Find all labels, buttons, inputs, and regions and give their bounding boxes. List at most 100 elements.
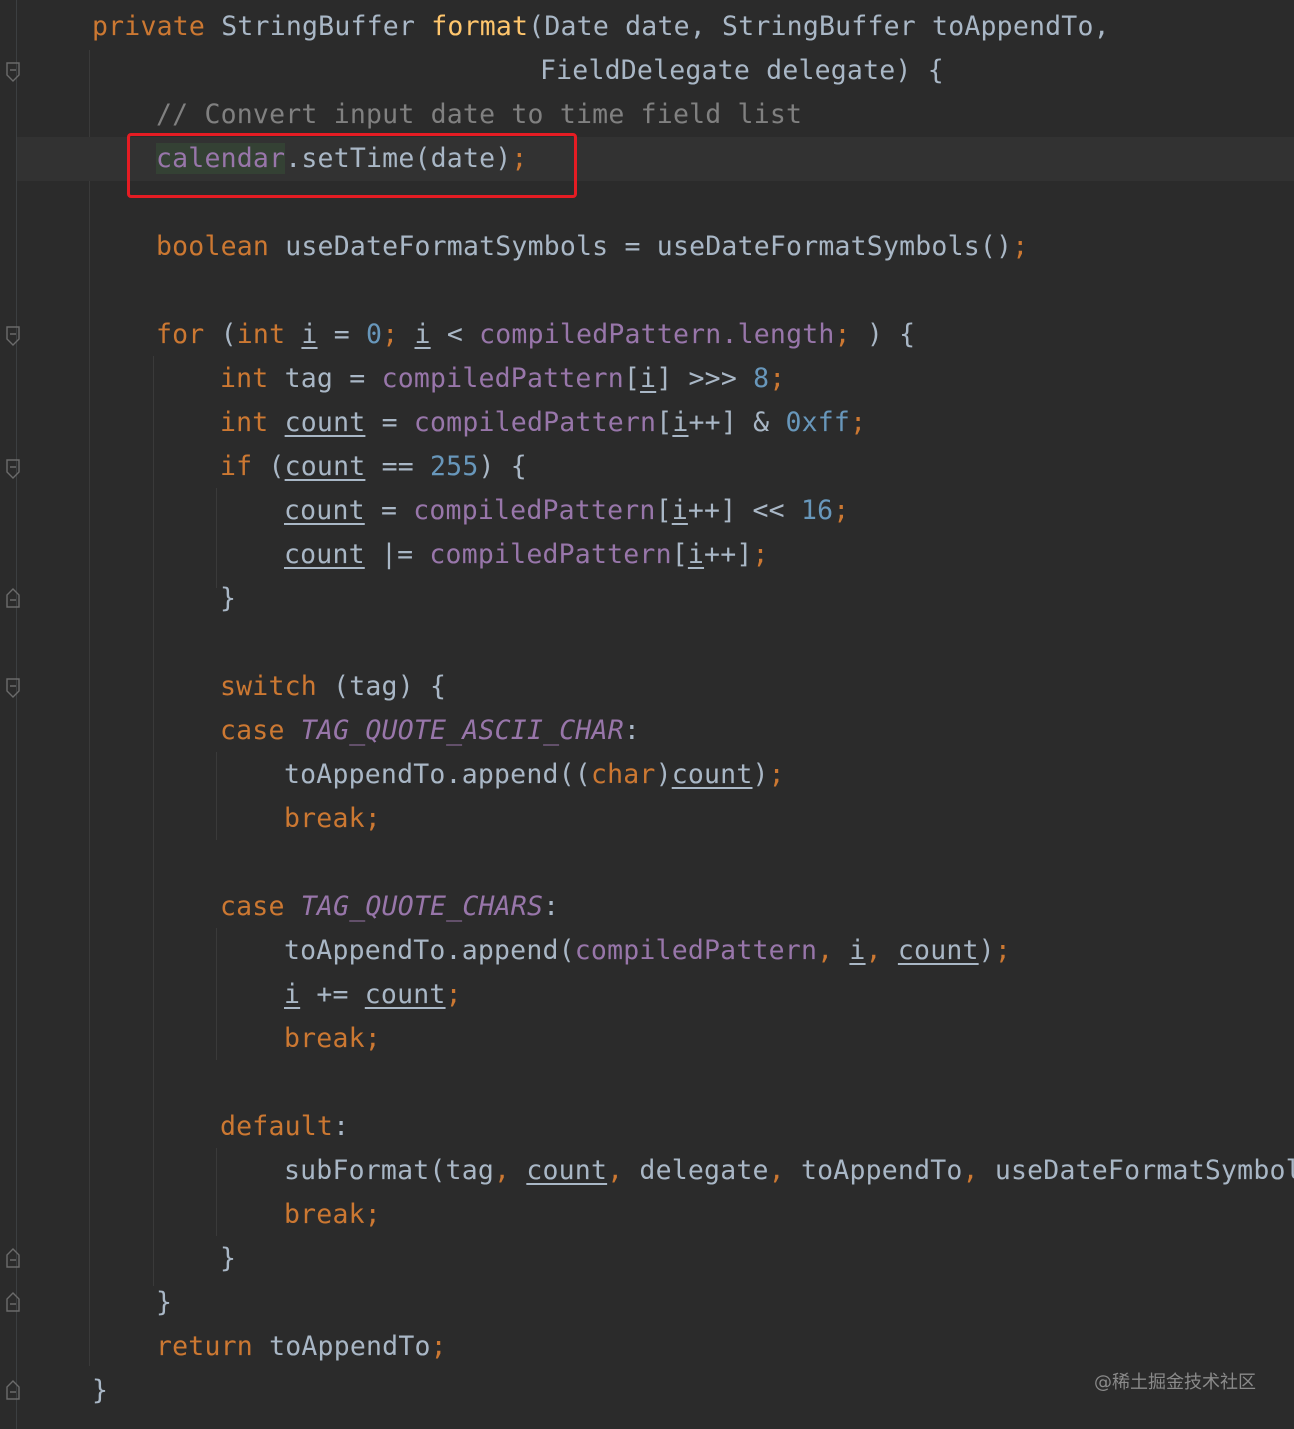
- fold-end-marker-icon[interactable]: [6, 1292, 20, 1312]
- semicolon: ;: [382, 319, 399, 350]
- code-line-20[interactable]: break;: [284, 1017, 381, 1061]
- var-ref: i: [687, 539, 705, 570]
- var-decl: tag: [284, 363, 334, 394]
- code-line-18[interactable]: toAppendTo.append(compiledPattern, i, co…: [284, 929, 1011, 973]
- code-line-9[interactable]: if (count == 255) {: [220, 445, 527, 489]
- var-decl: count: [284, 407, 366, 438]
- keyword: switch: [220, 671, 317, 702]
- call: toAppendTo.append(: [284, 935, 575, 966]
- code-line-8[interactable]: int count = compiledPattern[i++] & 0xff;: [220, 401, 866, 445]
- fold-marker-icon[interactable]: [6, 678, 20, 698]
- code-line-11[interactable]: count |= compiledPattern[i++];: [284, 533, 769, 577]
- keyword: boolean: [156, 231, 270, 262]
- operator: =: [381, 407, 398, 438]
- var-ref: i: [849, 935, 866, 966]
- editor-gutter: [0, 0, 17, 1429]
- paren: ) {: [866, 319, 916, 350]
- semicolon: ;: [752, 539, 769, 570]
- code-line-27[interactable]: }: [92, 1369, 108, 1413]
- paren: (: [220, 319, 237, 350]
- paren: ): [752, 759, 769, 790]
- operator: ==: [381, 451, 414, 482]
- code-line-26[interactable]: return toAppendTo;: [156, 1325, 447, 1369]
- field-ref: compiledPattern: [413, 407, 657, 438]
- keyword: case: [220, 891, 285, 922]
- keyword: case: [220, 715, 285, 746]
- brace: }: [220, 583, 237, 614]
- method-name: format: [431, 11, 529, 42]
- code-editor[interactable]: private StringBuffer format(Date date, S…: [0, 0, 1294, 1429]
- code-line-5[interactable]: boolean useDateFormatSymbols = useDateFo…: [156, 225, 1028, 269]
- operator: =: [349, 363, 366, 394]
- operator: =: [333, 319, 350, 350]
- code-line-21[interactable]: default:: [220, 1105, 349, 1149]
- param-ref: toAppendTo: [800, 1155, 963, 1186]
- code-line-14[interactable]: case TAG_QUOTE_ASCII_CHAR:: [220, 709, 640, 753]
- keyword: char: [590, 759, 656, 790]
- fold-marker-icon[interactable]: [6, 459, 20, 479]
- code-line-15[interactable]: toAppendTo.append((char)count);: [284, 753, 785, 797]
- keyword: if: [220, 451, 253, 482]
- keyword: int: [236, 319, 286, 350]
- comma: ,: [494, 1155, 511, 1186]
- keyword: int: [220, 407, 269, 438]
- var-ref: count: [284, 451, 366, 482]
- field-ref: compiledPattern: [479, 319, 722, 350]
- code-line-17[interactable]: case TAG_QUOTE_CHARS:: [220, 885, 559, 929]
- code-line-24[interactable]: }: [220, 1237, 236, 1281]
- param-ref: delegate: [639, 1155, 769, 1186]
- comma: ,: [607, 1155, 624, 1186]
- comment: // Convert input date to time field list: [156, 99, 803, 130]
- code-line-3[interactable]: // Convert input date to time field list: [156, 93, 802, 137]
- keyword: default: [220, 1111, 334, 1142]
- operator: >>>: [688, 363, 737, 394]
- field-ref: compiledPattern: [429, 539, 672, 570]
- keyword: int: [220, 363, 269, 394]
- statement: (tag) {: [333, 671, 447, 702]
- code-line-13[interactable]: switch (tag) {: [220, 665, 446, 709]
- code-line-22[interactable]: subFormat(tag, count, delegate, toAppend…: [284, 1149, 1294, 1193]
- code-line-19[interactable]: i += count;: [284, 973, 462, 1017]
- code-line-1[interactable]: private StringBuffer format(Date date, S…: [92, 5, 1110, 49]
- semicolon: ;: [834, 319, 851, 350]
- fold-end-marker-icon[interactable]: [6, 1248, 20, 1268]
- code-line-25[interactable]: }: [156, 1281, 172, 1325]
- semicolon: ;: [364, 1023, 381, 1054]
- keyword: break: [284, 1199, 365, 1230]
- indent-guide: [89, 50, 90, 1366]
- code-line-12[interactable]: }: [220, 577, 236, 621]
- semicolon: ;: [445, 979, 462, 1010]
- fold-marker-icon[interactable]: [6, 326, 20, 346]
- keyword: for: [156, 319, 205, 350]
- code-line-7[interactable]: int tag = compiledPattern[i] >>> 8;: [220, 357, 785, 401]
- var-ref: count: [284, 495, 365, 526]
- fold-end-marker-icon[interactable]: [6, 588, 20, 608]
- code-line-6[interactable]: for (int i = 0; i < compiledPattern.leng…: [156, 313, 915, 357]
- var-ref: useDateFormatSymbol: [994, 1155, 1294, 1186]
- comma: ,: [865, 935, 882, 966]
- watermark: @稀土掘金技术社区: [1094, 1372, 1256, 1393]
- fold-end-marker-icon[interactable]: [6, 1380, 20, 1400]
- var-ref: count: [671, 759, 753, 790]
- paren: ): [978, 935, 995, 966]
- operator: &: [753, 407, 770, 438]
- code-line-23[interactable]: break;: [284, 1193, 381, 1237]
- field-ref: compiledPattern: [574, 935, 818, 966]
- code-line-2[interactable]: FieldDelegate delegate) {: [540, 49, 944, 93]
- number: 0xff: [785, 407, 851, 438]
- indent-guide: [216, 752, 217, 840]
- param-ref: toAppendTo: [269, 1331, 431, 1362]
- colon: :: [623, 715, 641, 746]
- semicolon: ;: [430, 1331, 447, 1362]
- brace: }: [220, 1243, 237, 1274]
- colon: :: [543, 891, 560, 922]
- code-line-16[interactable]: break;: [284, 797, 381, 841]
- operator: ++]: [688, 407, 737, 438]
- field-ref: compiledPattern: [381, 363, 624, 394]
- fold-marker-icon[interactable]: [6, 62, 20, 82]
- code-line-10[interactable]: count = compiledPattern[i++] << 16;: [284, 489, 849, 533]
- call: toAppendTo.append((: [284, 759, 591, 790]
- keyword: break: [284, 803, 365, 834]
- highlight-annotation-box: [127, 133, 577, 198]
- operator: ++]: [704, 539, 753, 570]
